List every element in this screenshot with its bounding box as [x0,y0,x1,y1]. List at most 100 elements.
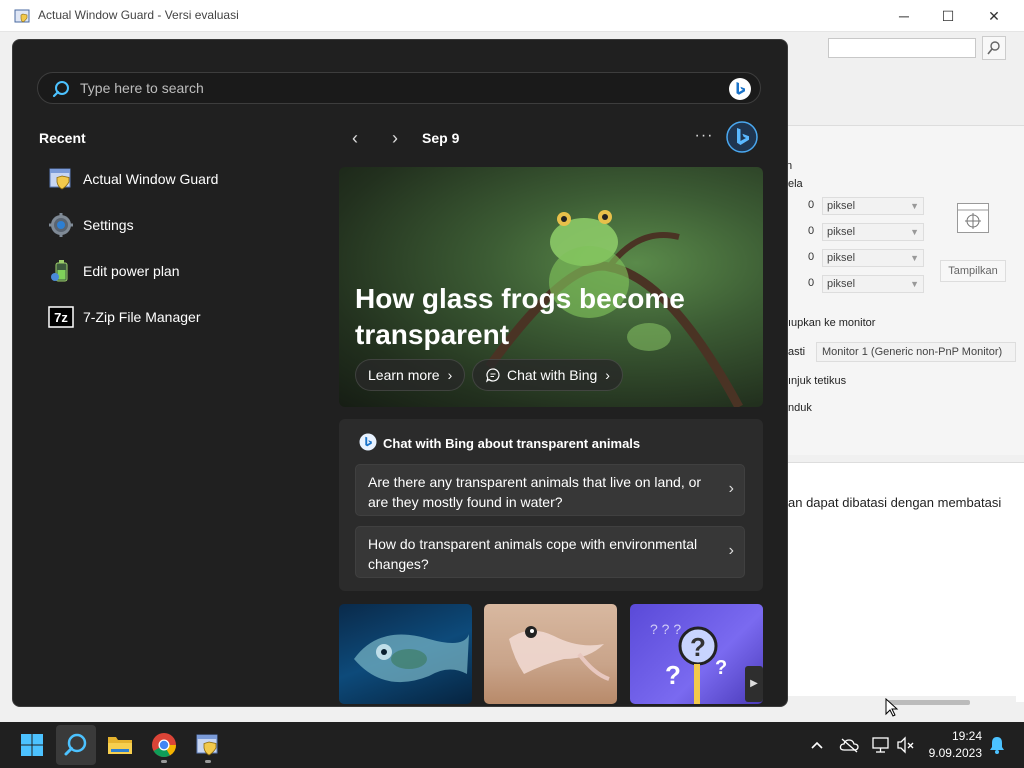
monitor-select[interactable]: Monitor 1 (Generic non-PnP Monitor) [816,342,1016,362]
windows-logo-icon [21,734,43,756]
bg-value-4: 0 [808,277,815,289]
gecko-image [509,626,610,681]
bg-unit-label: piksel [827,200,856,212]
story-thumbnail-fish[interactable] [339,604,472,704]
chevron-right-icon: › [605,367,610,383]
bg-fragment-nduk: nduk [788,402,812,414]
chevron-right-icon: › [447,367,453,383]
start-menu: Recent Actual Window Guard Settings [12,39,788,707]
network-icon[interactable] [870,734,892,756]
bg-unit-label: piksel [827,278,856,290]
svg-text:?: ? [665,660,681,690]
volume-muted-icon[interactable] [895,734,917,756]
feed-date: Sep 9 [422,130,460,146]
chrome-icon [152,733,176,758]
transparent-fish-image [354,634,469,683]
chat-card-title: Chat with Bing about transparent animals [383,436,641,451]
recent-item-settings[interactable]: Settings [37,206,287,244]
window-guard-icon [47,165,75,193]
suggestion-question-1[interactable]: Are there any transparent animals that l… [355,464,745,516]
search-icon [64,733,87,756]
bg-unit-select-2[interactable]: piksel ▼ [822,223,924,241]
clock-date[interactable]: 9.09.2023 [922,746,982,760]
chevron-down-icon: ▼ [910,253,919,263]
chat-with-bing-label: Chat with Bing [507,367,598,383]
clock-time[interactable]: 19:24 [928,729,982,743]
suggestion-question-text: Are there any transparent animals that l… [368,474,702,510]
background-scrollbar[interactable] [786,696,1016,710]
bg-unit-select-4[interactable]: piksel ▼ [822,275,924,293]
bg-fragment-monitor-heading: ıupkan ke monitor [788,317,876,329]
suggestion-question-2[interactable]: How do transparent animals cope with env… [355,526,745,578]
bg-unit-select-1[interactable]: piksel ▼ [822,197,924,215]
recent-item-label: 7-Zip File Manager [83,309,201,325]
bing-chat-icon[interactable] [725,120,759,154]
background-search-field[interactable] [828,38,976,58]
bg-fragment-ela: ela [788,178,803,190]
onedrive-offline-icon[interactable] [838,734,860,756]
chat-with-bing-button[interactable]: Chat with Bing › [472,359,623,391]
previous-day-button[interactable]: ‹ [343,126,367,150]
chevron-down-icon: ▼ [910,227,919,237]
maximize-button[interactable]: ☐ [926,4,970,28]
bg-fragment-asti: asti [788,346,806,358]
close-button[interactable]: ✕ [972,4,1016,28]
bg-fragment-limit-text: an dapat dibatasi dengan membatasi [788,495,1002,510]
bg-unit-select-3[interactable]: piksel ▼ [822,249,924,267]
background-titlebar: Actual Window Guard - Versi evaluasi ─ ☐… [0,0,1024,32]
background-search-button[interactable] [982,36,1006,60]
chrome-button[interactable] [144,725,184,765]
show-hidden-icons-chevron-up-icon[interactable] [806,734,828,756]
background-window-title: Actual Window Guard - Versi evaluasi [38,8,239,22]
minimize-button[interactable]: ─ [882,4,926,28]
chat-bubble-icon [485,368,500,383]
taskbar: 19:24 9.09.2023 [0,722,1024,768]
bg-value-2: 0 [808,225,815,237]
suggestion-question-text: How do transparent animals cope with env… [368,536,698,572]
taskbar-search-button[interactable] [56,725,96,765]
chevron-down-icon: ▼ [910,201,919,211]
svg-text:?: ? [690,632,706,662]
actual-window-guard-taskbar-button[interactable] [188,725,228,765]
bg-unit-label: piksel [827,252,856,264]
more-options-button[interactable]: ··· [691,126,717,150]
folder-icon [108,737,132,754]
recent-heading: Recent [39,130,86,146]
svg-text:? ? ?: ? ? ? [650,621,681,637]
recent-item-label: Settings [83,217,134,233]
search-input[interactable] [80,78,680,98]
learn-more-label: Learn more [368,367,440,383]
file-explorer-button[interactable] [100,725,140,765]
battery-icon [47,257,75,285]
magnifier-question-image: ? ? ? ? ? ? [650,621,727,704]
learn-more-button[interactable]: Learn more › [355,359,466,391]
position-target-icon[interactable] [957,203,989,233]
search-icon [52,81,69,98]
recent-item-edit-power-plan[interactable]: Edit power plan [37,252,287,290]
scroll-right-button[interactable]: ▶ [745,666,763,702]
bg-value-1: 0 [808,199,815,211]
story-thumbnail-questions[interactable]: ? ? ? ? ? ? [630,604,763,704]
7zip-icon: 7z [47,303,75,331]
story-thumbnail-gecko[interactable] [484,604,617,704]
svg-text:7z: 7z [54,310,68,325]
recent-item-7zip[interactable]: 7z 7-Zip File Manager [37,298,287,336]
chevron-right-icon: › [728,480,734,497]
mouse-cursor-icon [885,698,899,717]
bing-icon [359,433,377,451]
chevron-right-icon: › [728,542,734,559]
bg-fragment-tetikus: ınjuk tetikus [788,375,847,387]
start-search-box[interactable] [37,72,761,104]
bg-unit-label: piksel [827,226,856,238]
running-indicator [205,760,211,763]
svg-text:?: ? [715,657,727,679]
bg-value-3: 0 [808,251,815,263]
start-button[interactable] [12,725,52,765]
bing-icon[interactable] [728,77,752,101]
show-button[interactable]: Tampilkan [940,260,1006,282]
next-day-button[interactable]: › [383,126,407,150]
hero-story-card[interactable]: How glass frogs become transparent Learn… [339,167,763,407]
notification-bell-icon[interactable] [986,734,1008,756]
gear-icon [47,211,75,239]
recent-item-actual-window-guard[interactable]: Actual Window Guard [37,160,287,198]
